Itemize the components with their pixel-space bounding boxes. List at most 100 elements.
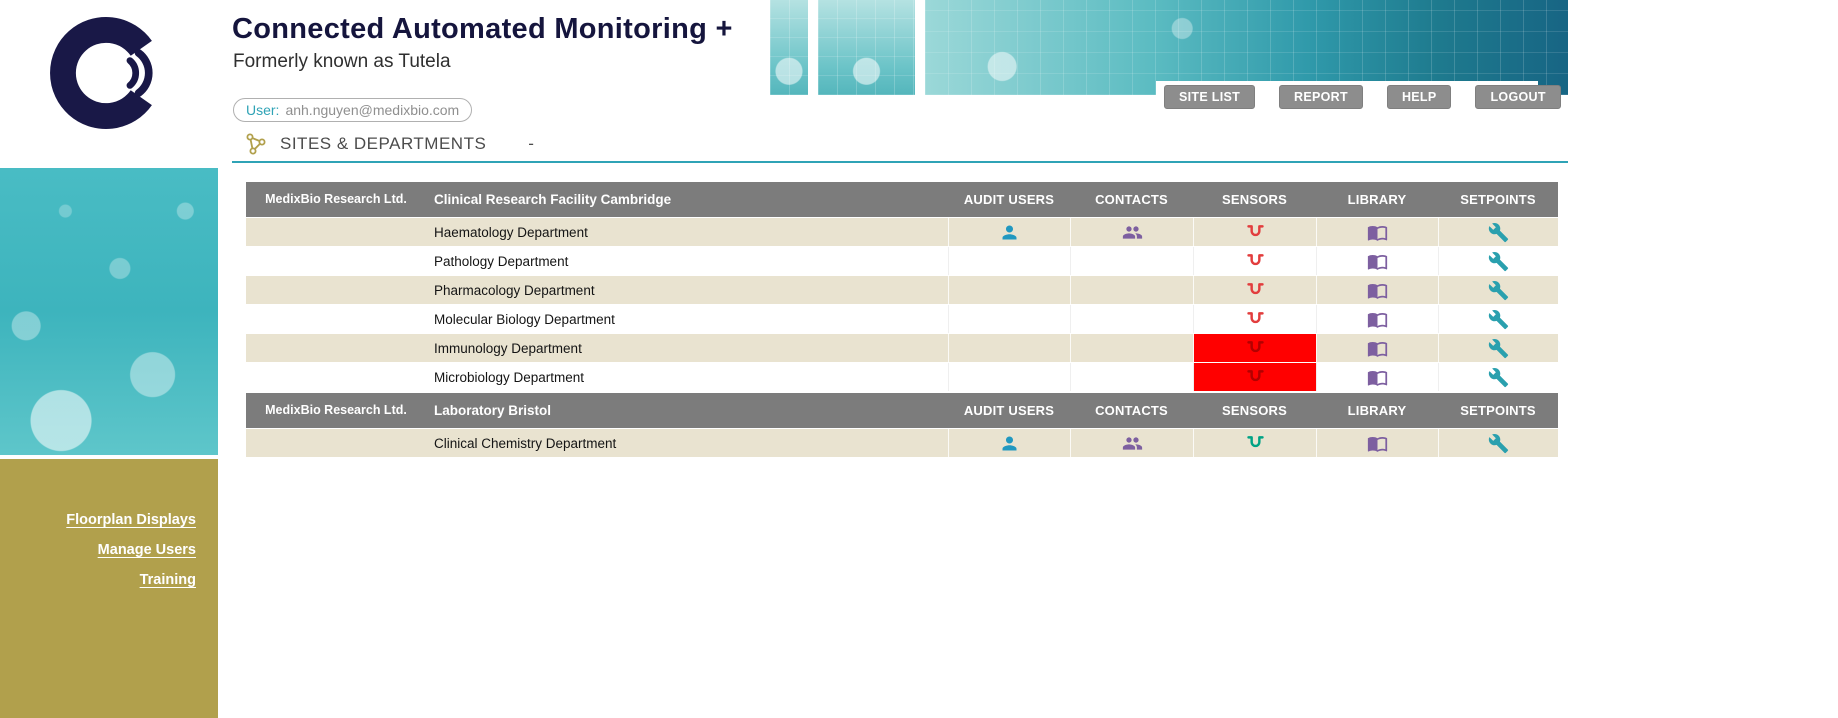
library-cell: [1316, 218, 1438, 246]
library-book-icon[interactable]: [1367, 338, 1388, 359]
site-name: Laboratory Bristol: [426, 393, 948, 428]
site-name: Clinical Research Facility Cambridge: [426, 182, 948, 217]
nav-button-site-list[interactable]: SITE LIST: [1164, 85, 1255, 109]
section-title: SITES & DEPARTMENTS: [280, 134, 486, 154]
column-header-sensors: SENSORS: [1193, 393, 1316, 428]
sidebar-link-floorplan-displays[interactable]: Floorplan Displays: [0, 505, 218, 535]
page-subtitle: Formerly known as Tutela: [233, 51, 451, 73]
department-row: Pharmacology Department: [246, 276, 1558, 304]
org-spacer-cell: [246, 334, 426, 362]
sensor-probe-icon[interactable]: [1245, 251, 1266, 272]
sensor-probe-icon[interactable]: [1245, 338, 1266, 359]
department-name: Pharmacology Department: [426, 276, 948, 304]
collapse-toggle[interactable]: -: [528, 134, 534, 154]
setpoints-wrench-icon[interactable]: [1488, 251, 1509, 272]
sensor-probe-icon[interactable]: [1245, 222, 1266, 243]
user-label: User:: [246, 102, 279, 118]
audit-user-icon[interactable]: [999, 433, 1020, 454]
banner-decorative-image: [770, 0, 808, 95]
site-organisation: MedixBio Research Ltd.: [246, 182, 426, 217]
department-name: Pathology Department: [426, 247, 948, 275]
contacts-group-icon[interactable]: [1122, 433, 1143, 454]
library-book-icon[interactable]: [1367, 367, 1388, 388]
contacts-cell: [1070, 276, 1193, 304]
library-book-icon[interactable]: [1367, 433, 1388, 454]
site-header-row: MedixBio Research Ltd.Laboratory Bristol…: [246, 393, 1558, 428]
department-name: Haematology Department: [426, 218, 948, 246]
library-cell: [1316, 305, 1438, 333]
library-cell: [1316, 429, 1438, 457]
library-book-icon[interactable]: [1367, 280, 1388, 301]
setpoints-cell: [1438, 334, 1558, 362]
setpoints-cell: [1438, 305, 1558, 333]
department-name: Molecular Biology Department: [426, 305, 948, 333]
audit-user-icon[interactable]: [999, 222, 1020, 243]
contacts-cell: [1070, 429, 1193, 457]
column-header-audit-users: AUDIT USERS: [948, 182, 1070, 217]
sensor-probe-icon[interactable]: [1245, 309, 1266, 330]
nav-button-help[interactable]: HELP: [1387, 85, 1452, 109]
nav-button-logout[interactable]: LOGOUT: [1475, 85, 1560, 109]
sensors-cell: [1193, 429, 1316, 457]
banner-decorative-image: [818, 0, 915, 95]
sidebar-link-training[interactable]: Training: [0, 565, 218, 595]
sidebar-decorative-image: [0, 168, 218, 455]
setpoints-cell: [1438, 363, 1558, 391]
org-spacer-cell: [246, 276, 426, 304]
department-row: Pathology Department: [246, 247, 1558, 275]
setpoints-wrench-icon[interactable]: [1488, 433, 1509, 454]
column-header-library: LIBRARY: [1316, 182, 1438, 217]
contacts-cell: [1070, 363, 1193, 391]
sites-table: MedixBio Research Ltd.Clinical Research …: [246, 182, 1558, 457]
library-book-icon[interactable]: [1367, 251, 1388, 272]
department-row: Immunology Department: [246, 334, 1558, 362]
section-divider: [232, 161, 1568, 163]
setpoints-wrench-icon[interactable]: [1488, 280, 1509, 301]
contacts-cell: [1070, 305, 1193, 333]
contacts-group-icon[interactable]: [1122, 222, 1143, 243]
contacts-cell: [1070, 218, 1193, 246]
department-name: Immunology Department: [426, 334, 948, 362]
sensors-cell: [1193, 247, 1316, 275]
org-spacer-cell: [246, 247, 426, 275]
column-header-contacts: CONTACTS: [1070, 393, 1193, 428]
library-cell: [1316, 276, 1438, 304]
library-book-icon[interactable]: [1367, 222, 1388, 243]
org-spacer-cell: [246, 429, 426, 457]
audit-users-cell: [948, 334, 1070, 362]
sensors-cell: [1193, 363, 1316, 391]
app-logo: [36, 6, 176, 140]
site-block: MedixBio Research Ltd.Laboratory Bristol…: [246, 393, 1558, 457]
column-header-library: LIBRARY: [1316, 393, 1438, 428]
department-name: Microbiology Department: [426, 363, 948, 391]
setpoints-cell: [1438, 429, 1558, 457]
department-row: Haematology Department: [246, 218, 1558, 246]
library-cell: [1316, 363, 1438, 391]
library-cell: [1316, 334, 1438, 362]
audit-users-cell: [948, 276, 1070, 304]
sensors-cell: [1193, 305, 1316, 333]
sidebar-link-manage-users[interactable]: Manage Users: [0, 535, 218, 565]
setpoints-cell: [1438, 276, 1558, 304]
setpoints-wrench-icon[interactable]: [1488, 309, 1509, 330]
setpoints-wrench-icon[interactable]: [1488, 367, 1509, 388]
department-row: Clinical Chemistry Department: [246, 429, 1558, 457]
column-header-setpoints: SETPOINTS: [1438, 393, 1558, 428]
site-block: MedixBio Research Ltd.Clinical Research …: [246, 182, 1558, 391]
library-book-icon[interactable]: [1367, 309, 1388, 330]
sensor-probe-icon[interactable]: [1245, 433, 1266, 454]
setpoints-wrench-icon[interactable]: [1488, 338, 1509, 359]
setpoints-wrench-icon[interactable]: [1488, 222, 1509, 243]
sensor-probe-icon[interactable]: [1245, 367, 1266, 388]
sensors-cell: [1193, 334, 1316, 362]
nav-button-report[interactable]: REPORT: [1279, 85, 1363, 109]
setpoints-cell: [1438, 247, 1558, 275]
audit-users-cell: [948, 305, 1070, 333]
audit-users-cell: [948, 363, 1070, 391]
department-row: Microbiology Department: [246, 363, 1558, 391]
department-row: Molecular Biology Department: [246, 305, 1558, 333]
org-spacer-cell: [246, 305, 426, 333]
site-organisation: MedixBio Research Ltd.: [246, 393, 426, 428]
sensor-probe-icon[interactable]: [1245, 280, 1266, 301]
contacts-cell: [1070, 334, 1193, 362]
